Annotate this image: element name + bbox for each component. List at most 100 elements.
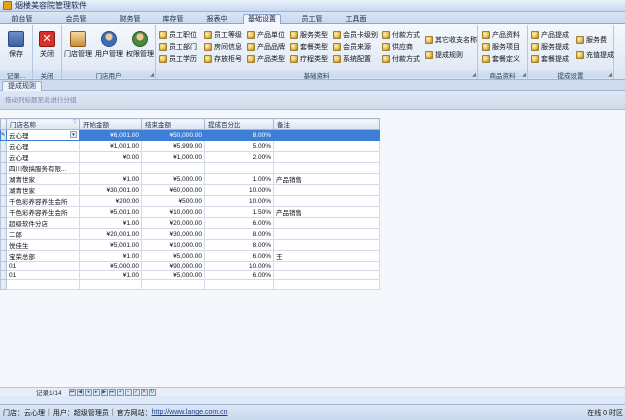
table-cell[interactable]: 产品销售 [273, 173, 380, 185]
table-cell[interactable]: 千色彩养容养生会所 [6, 206, 80, 218]
tab-members[interactable]: 会员管理 [58, 14, 94, 33]
table-cell[interactable]: ¥1,000.00 [141, 151, 205, 163]
table-cell[interactable]: ¥50,000.00 [141, 129, 205, 141]
table-row[interactable]: 四川敬搞服务有限... [0, 162, 380, 174]
prev-page-icon[interactable]: ◀ [76, 388, 84, 396]
package-type-button[interactable]: 套餐类型 [290, 42, 328, 52]
table-row[interactable]: 云心理 ¥0.00 ¥1,000.00 2.00% [0, 151, 380, 163]
table-cell[interactable]: 10.00% [204, 184, 274, 196]
next-page-icon[interactable]: ▶ [100, 388, 108, 396]
column-header-start-amount[interactable]: 开始金额 [79, 118, 142, 130]
table-cell[interactable]: 1.50% [204, 206, 274, 218]
group-expand-icon[interactable]: ◢ [522, 72, 526, 78]
last-record-icon[interactable]: ⏭ [108, 388, 116, 396]
table-cell[interactable]: ¥200.00 [79, 195, 142, 207]
table-cell[interactable]: ¥60,000.00 [141, 184, 205, 196]
staff-level-button[interactable]: 员工等级 [204, 30, 242, 40]
column-header-note[interactable]: 备注 [273, 118, 380, 130]
table-cell[interactable] [6, 279, 80, 290]
table-cell[interactable]: 2.00% [204, 151, 274, 163]
table-cell[interactable] [273, 140, 380, 152]
permission-management-button[interactable]: 权限管理 [125, 28, 155, 66]
table-cell[interactable]: 王 [273, 250, 380, 262]
filter-icon[interactable]: ▽ [73, 119, 77, 125]
table-cell[interactable]: 千色彩养容养生会所 [6, 195, 80, 207]
table-cell[interactable]: ¥30,000.00 [141, 228, 205, 240]
table-row[interactable]: 二郎 ¥20,001.00 ¥30,000.00 8.00% [0, 228, 380, 240]
tab-front-desk[interactable]: 前台管理 [4, 14, 40, 33]
table-cell[interactable]: 云心理 [6, 151, 80, 163]
staff-department-button[interactable]: 员工部门 [159, 42, 197, 52]
group-expand-icon[interactable]: ◢ [608, 72, 612, 78]
table-cell[interactable] [79, 162, 142, 174]
website-link[interactable]: http://www.lange.com.cn [152, 409, 228, 416]
table-cell[interactable]: ¥5,000.00 [79, 260, 142, 272]
table-cell[interactable]: ¥1.00 [79, 217, 142, 229]
table-cell[interactable]: ¥20,000.00 [141, 217, 205, 229]
table-row[interactable]: 千色彩养容养生会所 ¥200.00 ¥500.00 10.00% [0, 195, 380, 207]
table-cell[interactable]: 10.00% [204, 195, 274, 207]
add-record-icon[interactable]: + [116, 388, 124, 396]
service-fee-button[interactable]: 服务费 [576, 35, 607, 45]
group-by-panel[interactable]: 拖动列标题至此进行分组 [0, 92, 625, 110]
staff-education-button[interactable]: 员工学历 [159, 54, 197, 64]
table-cell[interactable]: ¥1.00 [79, 270, 142, 281]
table-cell[interactable] [273, 217, 380, 229]
table-cell[interactable] [273, 151, 380, 163]
table-cell[interactable]: 01 [6, 270, 80, 281]
cancel-icon[interactable]: ✕ [140, 388, 148, 396]
tab-finance[interactable]: 财务管理 [112, 14, 148, 33]
tab-inventory[interactable]: 库存管理 [155, 14, 191, 33]
table-cell[interactable] [273, 129, 380, 141]
table-cell[interactable]: 6.00% [204, 217, 274, 229]
group-expand-icon[interactable]: ◢ [472, 72, 476, 78]
group-expand-icon[interactable]: ◢ [150, 72, 154, 78]
payment-type-button[interactable]: 付款方式 [382, 54, 420, 64]
table-cell[interactable] [273, 239, 380, 251]
table-cell[interactable]: ¥5,000.00 [141, 173, 205, 185]
table-cell[interactable] [273, 270, 380, 281]
save-button[interactable]: 保存 [2, 28, 30, 66]
table-cell[interactable]: 湖青世家 [6, 173, 80, 185]
table-cell[interactable] [204, 162, 274, 174]
table-cell[interactable]: 5.00% [204, 140, 274, 152]
table-cell[interactable] [141, 162, 205, 174]
store-management-button[interactable]: 门店管理 [63, 28, 93, 66]
payment-method-button[interactable]: 付款方式 [382, 30, 420, 40]
tab-basic-settings[interactable]: 基础设置 [243, 14, 281, 24]
table-cell[interactable] [273, 184, 380, 196]
table-row[interactable] [0, 279, 380, 290]
table-cell[interactable]: ¥5,001.00 [79, 239, 142, 251]
table-cell[interactable]: 宝荣总部 [6, 250, 80, 262]
table-row[interactable]: 云心理 ¥1,001.00 ¥5,999.00 5.00% [0, 140, 380, 152]
locker-number-button[interactable]: 存放柜号 [204, 54, 242, 64]
table-cell[interactable]: ¥0.00 [79, 151, 142, 163]
treatment-type-button[interactable]: 疗程类型 [290, 54, 328, 64]
table-cell[interactable]: ¥90,000.00 [141, 260, 205, 272]
table-row[interactable]: ✎ 云心理 ▾ ¥6,001.00 ¥50,000.00 8.00% [0, 129, 380, 141]
table-cell[interactable] [204, 279, 274, 290]
table-cell[interactable]: 云心理 [6, 140, 80, 152]
table-row[interactable]: 超级软件分店 ¥1.00 ¥20,000.00 6.00% [0, 217, 380, 229]
table-cell[interactable] [273, 279, 380, 290]
chevron-down-icon[interactable]: ▾ [70, 130, 77, 138]
table-cell[interactable]: ¥500.00 [141, 195, 205, 207]
table-row[interactable]: 01 ¥5,000.00 ¥90,000.00 10.00% [0, 260, 380, 272]
product-brand-button[interactable]: 产品品牌 [247, 42, 285, 52]
user-management-button[interactable]: 用户管理 [94, 28, 124, 66]
table-row[interactable]: 湖青世家 ¥30,001.00 ¥60,000.00 10.00% [0, 184, 380, 196]
table-cell[interactable]: 产品销售 [273, 206, 380, 218]
column-header-store[interactable]: 门店名称 ▽ [6, 118, 80, 130]
table-cell[interactable]: ¥5,000.00 [141, 250, 205, 262]
table-cell[interactable] [273, 195, 380, 207]
table-cell[interactable]: 8.00% [204, 239, 274, 251]
staff-position-button[interactable]: 员工职位 [159, 30, 197, 40]
table-cell[interactable]: 01 [6, 260, 80, 272]
table-cell[interactable]: ¥10,000.00 [141, 206, 205, 218]
tab-staff[interactable]: 员工管理 [294, 14, 330, 33]
package-commission-button[interactable]: 套餐提成 [531, 54, 569, 64]
table-cell[interactable]: 6.00% [204, 270, 274, 281]
tab-tools[interactable]: 工具面板 [338, 14, 374, 33]
confirm-icon[interactable]: ✓ [132, 388, 140, 396]
table-cell[interactable]: ¥5,999.00 [141, 140, 205, 152]
